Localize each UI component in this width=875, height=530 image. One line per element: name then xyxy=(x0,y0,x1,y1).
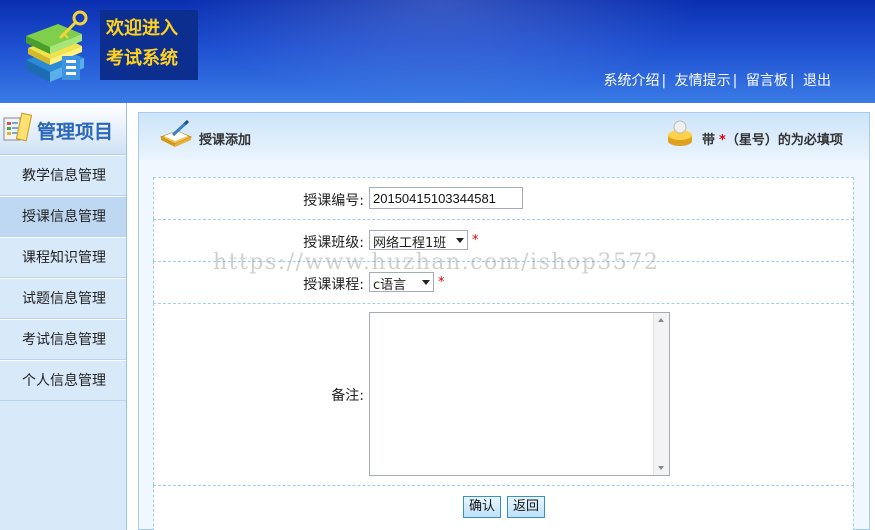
sidebar-item-course-knowledge[interactable]: 课程知识管理 xyxy=(0,237,126,278)
logo-line-1: 欢迎进入 xyxy=(106,18,178,39)
nav-system-intro[interactable]: 系统介绍 xyxy=(603,73,659,89)
logo-line-2: 考试系统 xyxy=(106,48,178,69)
required-note-prefix: 带 xyxy=(702,133,716,148)
actions-wrap: 确认 返回 xyxy=(463,496,551,518)
remark-textarea[interactable] xyxy=(369,312,670,476)
top-nav: 系统介绍 | 友情提示 | 留言板 | 退出 xyxy=(603,70,831,90)
panel-title: 授课添加 xyxy=(199,133,252,148)
sidebar-header: 管理项目 xyxy=(0,103,126,155)
chevron-down-icon xyxy=(456,238,464,243)
course-field-wrap: c语言 * xyxy=(369,272,445,293)
confirm-button[interactable]: 确认 xyxy=(463,496,502,518)
sidebar-item-course-assignment[interactable]: 授课信息管理 xyxy=(0,196,126,237)
code-field-wrap xyxy=(369,187,523,209)
required-note-suffix: （星号）的为必填项 xyxy=(725,133,843,148)
form-row-actions: 确认 返回 xyxy=(153,485,854,530)
course-required-star: * xyxy=(438,274,445,290)
course-add-form: 授课编号: 授课班级: 网络工程1班 * 授课课程: c语言 * 备注: xyxy=(153,177,854,530)
nav-separator: | xyxy=(732,73,738,89)
management-icon xyxy=(2,112,33,144)
main-panel: 授课添加 带*（星号）的为必填项 授课编号: 授课班级: 网络工程1班* xyxy=(138,112,870,530)
sidebar-item-exam-info[interactable]: 考试信息管理 xyxy=(0,319,126,360)
header-banner: 欢迎进入 考试系统 系统介绍 | 友情提示 | 留言板 | 退出 xyxy=(0,0,875,103)
required-note: 带 *（星号）的为必填项 xyxy=(702,129,843,148)
course-select-value: c语言 xyxy=(373,278,407,293)
remark-scrollbar[interactable] xyxy=(653,313,669,475)
sidebar-title: 管理项目 xyxy=(37,121,114,143)
course-select[interactable]: c语言 xyxy=(369,272,434,293)
nav-separator: | xyxy=(789,73,795,89)
panel-header: 授课添加 带 *（星号）的为必填项 xyxy=(139,113,869,160)
scroll-up-icon[interactable] xyxy=(658,318,664,322)
chevron-down-icon xyxy=(422,280,430,285)
class-field-wrap: 网络工程1班 * xyxy=(369,230,479,251)
remark-label: 备注: xyxy=(331,388,364,404)
sidebar-item-question-info[interactable]: 试题信息管理 xyxy=(0,278,126,319)
nav-separator: | xyxy=(661,73,667,89)
class-required-star: * xyxy=(472,232,479,248)
required-star: * xyxy=(719,133,726,148)
course-label: 授课课程: xyxy=(303,277,364,293)
sidebar-item-teaching-info[interactable]: 教学信息管理 xyxy=(0,155,126,196)
nav-message-board[interactable]: 留言板 xyxy=(746,73,788,89)
class-label: 授课班级: xyxy=(303,235,364,251)
form-row-course: 授课课程: c语言 * xyxy=(153,261,854,303)
sidebar-item-personal-info[interactable]: 个人信息管理 xyxy=(0,360,126,401)
nav-logout[interactable]: 退出 xyxy=(803,73,831,89)
form-row-code: 授课编号: xyxy=(153,177,854,219)
stacked-books-key-icon xyxy=(22,8,102,88)
sidebar: 管理项目 教学信息管理 授课信息管理 课程知识管理 试题信息管理 考试信息管理 … xyxy=(0,103,127,530)
class-select[interactable]: 网络工程1班 xyxy=(369,230,468,251)
nav-tips[interactable]: 友情提示 xyxy=(675,73,731,89)
form-row-class: 授课班级: 网络工程1班 * xyxy=(153,219,854,261)
class-select-value: 网络工程1班 xyxy=(373,236,447,251)
remark-field-wrap xyxy=(369,312,670,476)
scroll-down-icon[interactable] xyxy=(658,466,664,470)
back-button[interactable]: 返回 xyxy=(507,496,546,518)
logo-text: 欢迎进入 考试系统 xyxy=(100,10,198,80)
coin-stack-icon xyxy=(666,119,694,149)
code-input[interactable] xyxy=(369,187,523,209)
book-pen-icon xyxy=(159,119,193,149)
code-label: 授课编号: xyxy=(303,193,364,209)
form-row-remark: 备注: xyxy=(153,303,854,485)
